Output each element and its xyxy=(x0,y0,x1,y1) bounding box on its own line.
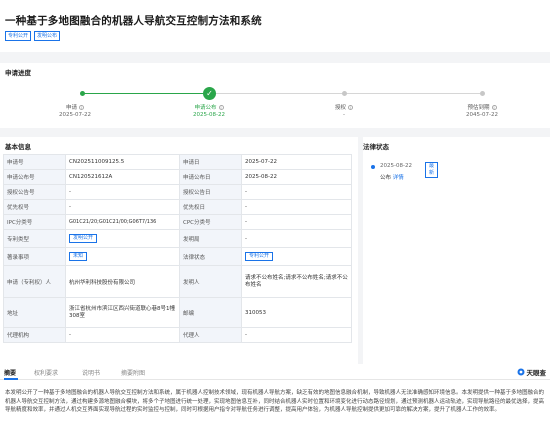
value-cell: - xyxy=(241,327,352,343)
legal-status-cell: 专利公开 xyxy=(241,247,352,266)
key-cell: 优先权号 xyxy=(3,199,66,215)
key-cell: 发明局 xyxy=(179,229,242,248)
content-tabs-area: 摘要 权利要求 说明书 摘要附图 天眼查 本发明公开了一种基于多地图融合的机器人… xyxy=(0,364,550,438)
key-cell: 地址 xyxy=(3,297,66,328)
header-tags: 专利公开 发明公布 xyxy=(5,31,61,41)
key-cell: 邮编 xyxy=(179,297,242,328)
legal-event-status: 公布 详情 xyxy=(380,173,404,181)
value-cell: - xyxy=(65,327,180,343)
table-row: 专利类型 发明公开 发明局 - xyxy=(3,229,352,248)
tab-abstract-figure[interactable]: 摘要附图 xyxy=(121,368,145,377)
progress-section: 申请进度 ✓ 申请 i 2025-07-22 申请公布 i 2025-08-22 授… xyxy=(0,63,550,128)
key-cell: 优先权日 xyxy=(179,199,242,215)
key-cell: 发明人 xyxy=(179,265,242,298)
value-cell: - xyxy=(241,214,352,230)
legal-status-text: 公布 xyxy=(380,175,392,181)
table-row: 申请（专利权）人 杭州华利科技股份有限公司 发明人 请求不公布姓名;请求不公布姓… xyxy=(3,265,352,298)
value-cell: - xyxy=(241,199,352,215)
key-cell: IPC分类号 xyxy=(3,214,66,230)
info-icon[interactable]: i xyxy=(79,105,84,110)
tag-patent-public[interactable]: 专利公开 xyxy=(5,31,32,41)
latest-chip: 最新 xyxy=(425,162,439,178)
table-row: 申请号 CN202511009125.5 申请日 2025-07-22 xyxy=(3,154,352,170)
table-row: 代理机构 - 代理人 - xyxy=(3,327,352,343)
tab-claims[interactable]: 权利要求 xyxy=(34,368,58,377)
legal-status-chip[interactable]: 专利公开 xyxy=(245,252,274,261)
step-date-expire: 2045-07-22 xyxy=(466,112,498,118)
progress-title: 申请进度 xyxy=(5,69,31,77)
detail-link[interactable]: 详情 xyxy=(393,175,404,181)
key-cell: 法律状态 xyxy=(179,247,242,266)
publication-number: CN120521612A xyxy=(65,169,180,185)
ipc-codes: G01C21/20;G01C21/00;G06T7/136 xyxy=(65,214,180,230)
tag-invention-publish[interactable]: 发明公布 xyxy=(34,31,61,41)
step-dot-apply xyxy=(80,91,85,96)
key-cell: 申请公布日 xyxy=(179,169,242,185)
patent-type-cell: 发明公开 xyxy=(65,229,180,248)
info-icon[interactable]: i xyxy=(218,105,224,110)
step-label-grant: 授权 i xyxy=(334,105,353,111)
publication-date: 2025-08-22 xyxy=(241,169,352,185)
page-title: 一种基于多地图融合的机器人导航交互控制方法和系统 xyxy=(5,15,262,27)
value-cell: - xyxy=(65,199,180,215)
step-date-apply: 2025-07-22 xyxy=(59,112,91,118)
applicant-link[interactable]: 杭州华利科技股份有限公司 xyxy=(65,265,180,298)
step-date-publish: 2025-08-22 xyxy=(193,112,225,118)
active-tab-indicator xyxy=(4,378,18,380)
record-chip[interactable]: 未知 xyxy=(69,252,88,261)
application-number: CN202511009125.5 xyxy=(65,154,180,170)
step-label-expire: 预估到期 i xyxy=(467,105,497,111)
tab-abstract[interactable]: 摘要 xyxy=(4,368,16,377)
brand-logo: 天眼查 xyxy=(517,367,547,377)
value-cell: - xyxy=(65,184,180,200)
info-icon[interactable]: i xyxy=(348,105,353,110)
step-dot-grant xyxy=(342,91,347,96)
value-cell: - xyxy=(241,229,352,248)
table-row: IPC分类号 G01C21/20;G01C21/00;G06T7/136 CPC… xyxy=(3,214,352,230)
patent-type-chip[interactable]: 发明公开 xyxy=(69,234,98,243)
abstract-text: 本发明公开了一种基于多地图融合的机器人导航交互控制方法和系统，属于机器人控制技术… xyxy=(5,390,545,413)
table-row: 著录事项 未知 法律状态 专利公开 xyxy=(3,247,352,266)
key-cell: 申请日 xyxy=(179,154,242,170)
table-row: 优先权号 - 优先权日 - xyxy=(3,199,352,215)
key-cell: 专利类型 xyxy=(3,229,66,248)
inventors: 请求不公布姓名;请求不公布姓名;请求不公布姓名 xyxy=(241,265,352,298)
key-cell: 代理机构 xyxy=(3,327,66,343)
key-cell: 申请号 xyxy=(3,154,66,170)
progress-line-done xyxy=(82,93,210,94)
step-date-grant: - xyxy=(343,112,345,118)
key-cell: 代理人 xyxy=(179,327,242,343)
step-check-icon: ✓ xyxy=(203,87,216,100)
record-cell: 未知 xyxy=(65,247,180,266)
legal-status-section: 法律状态 2025-08-22 最新 公布 详情 xyxy=(363,137,550,365)
step-dot-expire xyxy=(480,91,485,96)
step-label-publish: 申请公布 i xyxy=(194,105,224,111)
postal-code: 310053 xyxy=(241,297,352,328)
key-cell: 申请（专利权）人 xyxy=(3,265,66,298)
key-cell: 授权公告日 xyxy=(179,184,242,200)
tab-description[interactable]: 说明书 xyxy=(82,368,100,377)
basic-info-section: 基本信息 申请号 CN202511009125.5 申请日 2025-07-22… xyxy=(0,137,358,365)
header: 一种基于多地图融合的机器人导航交互控制方法和系统 专利公开 发明公布 xyxy=(0,0,550,52)
basic-info-title: 基本信息 xyxy=(5,143,31,151)
timeline-dot xyxy=(371,165,375,169)
value-cell: - xyxy=(241,184,352,200)
application-date: 2025-07-22 xyxy=(241,154,352,170)
brand-eye-icon xyxy=(517,368,524,376)
key-cell: 申请公布号 xyxy=(3,169,66,185)
step-label-apply: 申请 i xyxy=(65,105,84,111)
info-icon[interactable]: i xyxy=(491,105,497,110)
address: 浙江省杭州市滨江区西兴街道联心巷8号1幢308室 xyxy=(65,297,180,328)
legal-status-title: 法律状态 xyxy=(363,143,389,151)
key-cell: 授权公告号 xyxy=(3,184,66,200)
key-cell: 著录事项 xyxy=(3,247,66,266)
tab-bar: 摘要 权利要求 说明书 摘要附图 天眼查 xyxy=(0,364,550,380)
legal-event-date: 2025-08-22 xyxy=(380,163,412,169)
table-row: 地址 浙江省杭州市滨江区西兴街道联心巷8号1幢308室 邮编 310053 xyxy=(3,297,352,328)
basic-info-table: 申请号 CN202511009125.5 申请日 2025-07-22 申请公布… xyxy=(3,154,352,343)
key-cell: CPC分类号 xyxy=(179,214,242,230)
brand-name: 天眼查 xyxy=(526,369,547,377)
table-row: 授权公告号 - 授权公告日 - xyxy=(3,184,352,200)
table-row: 申请公布号 CN120521612A 申请公布日 2025-08-22 xyxy=(3,169,352,185)
